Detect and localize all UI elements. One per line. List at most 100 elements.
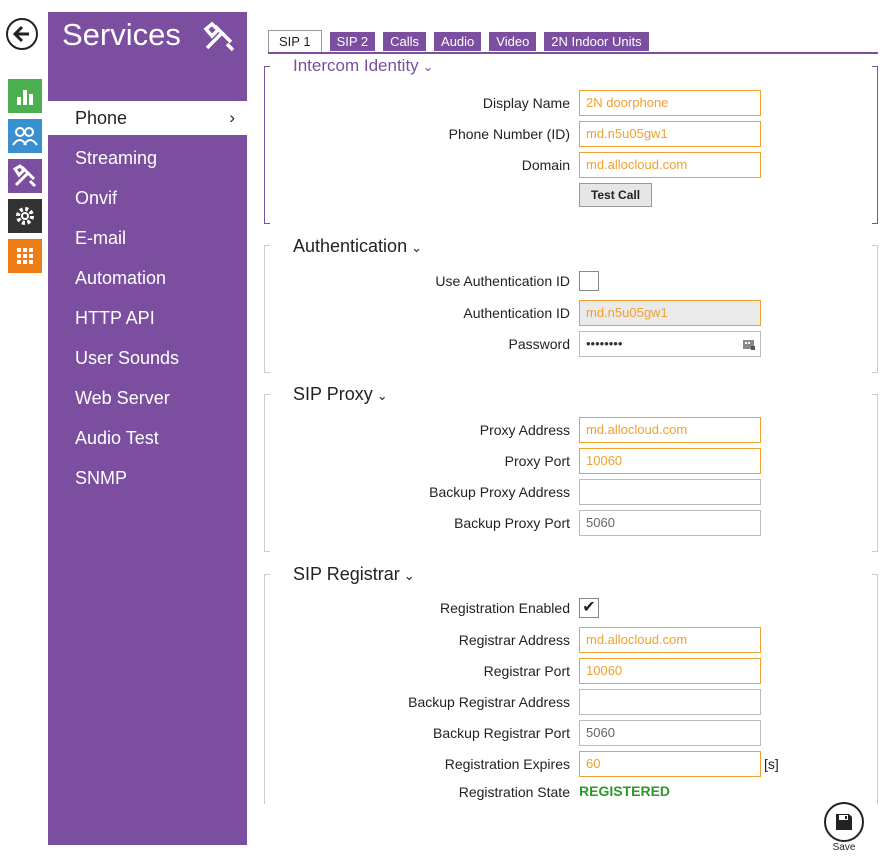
section-title-toggle[interactable]: Intercom Identity ⌄	[293, 56, 434, 76]
sidebar-title: Services	[62, 17, 181, 52]
sidebar-item-onvif[interactable]: Onvif	[48, 178, 247, 218]
form-row: Backup Registrar Port 5060	[264, 720, 878, 746]
form-row: Display Name 2N doorphone	[264, 90, 878, 116]
form-row: Authentication ID md.n5u05gw1	[264, 300, 878, 326]
backup-proxy-address-input[interactable]	[579, 479, 761, 505]
chevron-down-icon: ⌄	[403, 568, 415, 583]
backup-proxy-port-label: Backup Proxy Port	[454, 515, 570, 531]
registration-expires-input[interactable]: 60	[579, 751, 761, 777]
floppy-disk-icon	[836, 814, 852, 830]
form-row: Registration State REGISTERED	[264, 779, 878, 805]
system-nav-button[interactable]	[8, 239, 42, 273]
section-title: Authentication	[293, 236, 408, 256]
backup-registrar-address-label: Backup Registrar Address	[408, 694, 570, 710]
sidebar-item-web-server[interactable]: Web Server	[48, 378, 247, 418]
sidebar-item-user-sounds[interactable]: User Sounds	[48, 338, 247, 378]
form-row: Registration Expires 60 [s]	[264, 751, 878, 777]
bar-chart-icon	[17, 90, 33, 105]
auth-id-input[interactable]: md.n5u05gw1	[579, 300, 761, 326]
backup-registrar-port-input[interactable]: 5060	[579, 720, 761, 746]
registrar-port-input[interactable]: 10060	[579, 658, 761, 684]
form-row: Registrar Port 10060	[264, 658, 878, 684]
sidebar-item-http-api[interactable]: HTTP API	[48, 298, 247, 338]
users-icon	[12, 127, 38, 146]
form-row: Password ••••••••	[264, 331, 878, 357]
sip-proxy-section: SIP Proxy ⌄ Proxy Address md.allocloud.co…	[264, 384, 878, 552]
password-reveal-icon[interactable]	[742, 337, 756, 351]
unit-label: [s]	[764, 756, 779, 772]
proxy-port-label: Proxy Port	[504, 453, 570, 469]
save-button[interactable]	[824, 802, 864, 842]
backup-proxy-port-input[interactable]: 5060	[579, 510, 761, 536]
tab-calls[interactable]: Calls	[383, 32, 427, 51]
tab-sip1[interactable]: SIP 1	[268, 30, 322, 53]
form-row: Test Call	[264, 183, 878, 209]
tab-audio[interactable]: Audio	[434, 32, 482, 51]
registrar-address-input[interactable]: md.allocloud.com	[579, 627, 761, 653]
sidebar-item-email[interactable]: E-mail	[48, 218, 247, 258]
section-title-toggle[interactable]: SIP Proxy ⌄	[293, 384, 388, 405]
arrow-left-icon	[13, 25, 29, 43]
grid-icon	[17, 248, 33, 264]
section-title: Intercom Identity	[293, 56, 419, 75]
status-nav-button[interactable]	[8, 79, 42, 113]
tab-indoor-units[interactable]: 2N Indoor Units	[544, 32, 649, 51]
form-row: Domain md.allocloud.com	[264, 152, 878, 178]
registrar-address-label: Registrar Address	[458, 632, 570, 648]
form-row: Backup Proxy Address	[264, 479, 878, 505]
registration-enabled-checkbox[interactable]: ✔	[579, 598, 599, 618]
backup-registrar-address-input[interactable]	[579, 689, 761, 715]
form-row: Registrar Address md.allocloud.com	[264, 627, 878, 653]
form-row: Phone Number (ID) md.n5u05gw1	[264, 121, 878, 147]
display-name-label: Display Name	[482, 95, 570, 111]
tools-icon	[201, 20, 237, 57]
chevron-down-icon: ⌄	[411, 240, 422, 255]
phone-number-label: Phone Number (ID)	[448, 126, 570, 142]
sidebar-menu: Phone › Streaming Onvif E-mail Automation…	[48, 98, 247, 498]
proxy-address-input[interactable]: md.allocloud.com	[579, 417, 761, 443]
domain-input[interactable]: md.allocloud.com	[579, 152, 761, 178]
display-name-input[interactable]: 2N doorphone	[579, 90, 761, 116]
registrar-port-label: Registrar Port	[483, 663, 570, 679]
proxy-address-label: Proxy Address	[479, 422, 570, 438]
gear-icon	[16, 207, 34, 225]
section-title-toggle[interactable]: SIP Registrar ⌄	[293, 564, 415, 585]
sidebar-item-snmp[interactable]: SNMP	[48, 458, 247, 498]
tab-video[interactable]: Video	[489, 32, 537, 51]
back-button[interactable]	[6, 18, 38, 50]
save-label: Save	[832, 842, 856, 853]
section-title-toggle[interactable]: Authentication ⌄	[293, 236, 422, 257]
proxy-port-input[interactable]: 10060	[579, 448, 761, 474]
registration-enabled-label: Registration Enabled	[440, 600, 570, 616]
tab-underline	[268, 52, 878, 54]
test-call-button[interactable]: Test Call	[579, 183, 652, 207]
tab-sip2[interactable]: SIP 2	[329, 32, 376, 51]
section-title: SIP Proxy	[293, 384, 373, 404]
registration-expires-label: Registration Expires	[444, 756, 570, 772]
password-input[interactable]: ••••••••	[579, 331, 761, 357]
password-value: ••••••••	[586, 336, 623, 351]
password-label: Password	[508, 336, 570, 352]
form-row: Proxy Address md.allocloud.com	[264, 417, 878, 443]
phone-number-input[interactable]: md.n5u05gw1	[579, 121, 761, 147]
form-row: Registration Enabled ✔	[264, 595, 878, 621]
intercom-identity-section: Intercom Identity ⌄ Display Name 2N doorp…	[264, 56, 878, 224]
domain-label: Domain	[521, 157, 570, 173]
services-sidebar: Services Phone › Streaming Onvif E-mail A…	[48, 12, 247, 845]
sidebar-item-audio-test[interactable]: Audio Test	[48, 418, 247, 458]
directory-nav-button[interactable]	[8, 119, 42, 153]
use-auth-id-checkbox[interactable]	[579, 271, 599, 291]
sidebar-item-streaming[interactable]: Streaming	[48, 138, 247, 178]
sidebar-item-automation[interactable]: Automation	[48, 258, 247, 298]
backup-proxy-address-label: Backup Proxy Address	[429, 484, 570, 500]
sidebar-item-phone[interactable]: Phone ›	[48, 101, 247, 135]
services-nav-button[interactable]	[8, 159, 42, 193]
sip-registrar-section: SIP Registrar ⌄ Registration Enabled ✔ Re…	[264, 564, 878, 805]
section-title: SIP Registrar	[293, 564, 400, 584]
settings-nav-button[interactable]	[8, 199, 42, 233]
form-row: Proxy Port 10060	[264, 448, 878, 474]
authentication-section: Authentication ⌄ Use Authentication ID Au…	[264, 236, 878, 373]
sidebar-item-label: Phone	[75, 108, 128, 128]
auth-id-label: Authentication ID	[463, 305, 570, 321]
registration-state-label: Registration State	[458, 784, 570, 800]
